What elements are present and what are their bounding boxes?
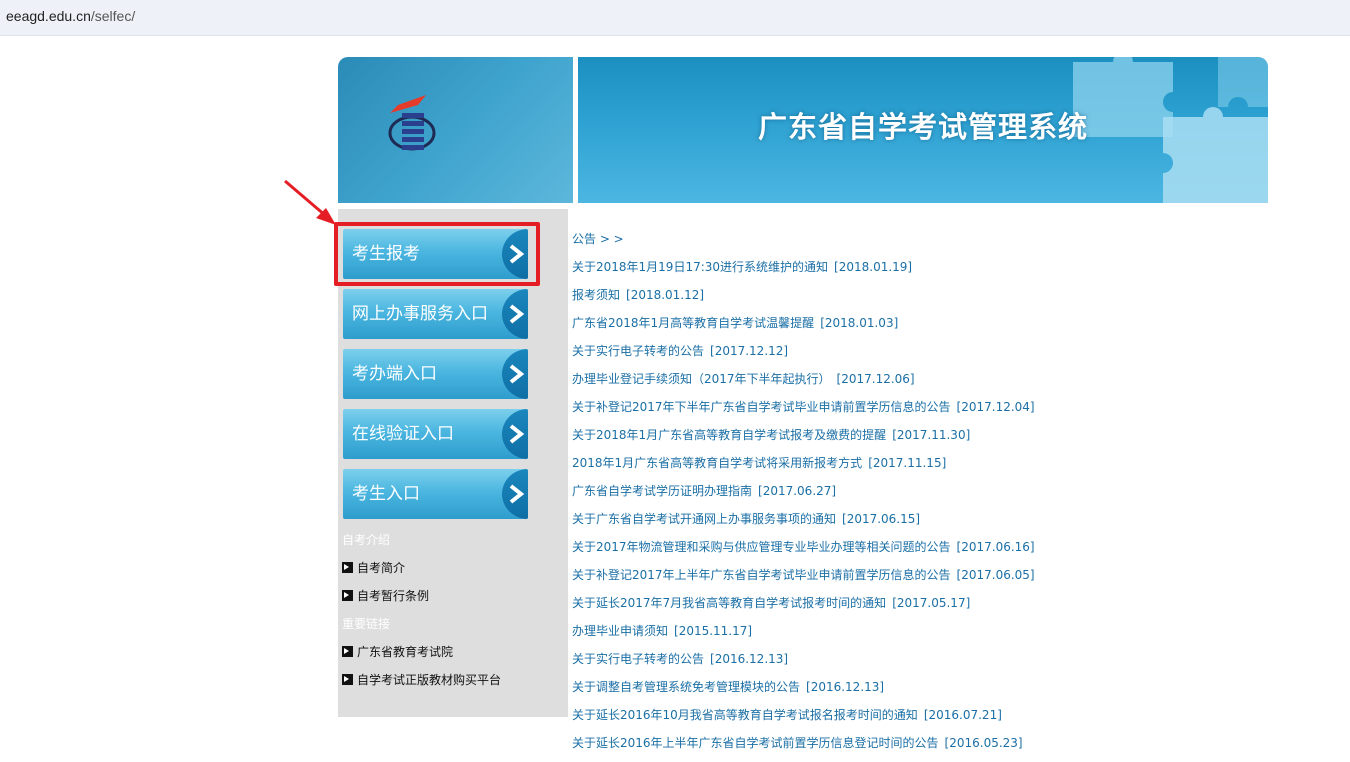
announcement-date: [2017.11.30]: [892, 428, 971, 442]
announcement-title: 关于延长2016年上半年广东省自学考试前置学历信息登记时间的公告: [572, 736, 939, 750]
url-text[interactable]: eeagd.edu.cn/selfec/: [6, 8, 135, 24]
announcement-title: 关于2018年1月19日17:30进行系统维护的通知: [572, 260, 829, 274]
menu-button-label: 在线验证入口: [352, 424, 454, 444]
announcement-item[interactable]: 关于延长2017年7月我省高等教育自学考试报考时间的通知 [2017.05.17]: [572, 594, 1035, 622]
announcement-item[interactable]: 办理毕业登记手续须知（2017年下半年起执行） [2017.12.06]: [572, 370, 1035, 398]
announcement-title: 办理毕业登记手续须知（2017年下半年起执行）: [572, 372, 831, 386]
announcement-date: [2016.12.13]: [710, 652, 789, 666]
announcement-item[interactable]: 关于补登记2017年上半年广东省自学考试毕业申请前置学历信息的公告 [2017.0…: [572, 566, 1035, 594]
bullet-icon: [342, 562, 353, 573]
announcement-date: [2017.12.12]: [710, 344, 789, 358]
chevron-right-icon: [502, 289, 528, 339]
section-heading-intro: 自考介绍: [342, 533, 391, 547]
banner-title-panel: 广东省自学考试管理系统: [578, 57, 1268, 203]
menu-button-label: 考办端入口: [352, 364, 437, 384]
announcement-date: [2017.06.15]: [842, 512, 921, 526]
browser-address-bar[interactable]: eeagd.edu.cn/selfec/: [0, 0, 1350, 36]
announcement-date: [2017.11.15]: [868, 456, 947, 470]
chevron-right-icon: [502, 469, 528, 519]
sidebar-link-textbook-platform[interactable]: 自学考试正版教材购买平台: [342, 671, 501, 688]
menu-student-entry-button[interactable]: 考生入口: [343, 469, 528, 519]
announcement-title: 关于2017年物流管理和采购与供应管理专业毕业办理等相关问题的公告: [572, 540, 951, 554]
sidebar-link-intro[interactable]: 自考简介: [342, 559, 405, 576]
puzzle-decoration-icon: [1073, 57, 1268, 203]
announcement-item[interactable]: 2018年1月广东省高等教育自学考试将采用新报考方式 [2017.11.15]: [572, 454, 1035, 482]
announcement-item[interactable]: 关于广东省自学考试开通网上办事服务事项的通知 [2017.06.15]: [572, 510, 1035, 538]
announcement-date: [2017.12.04]: [956, 400, 1035, 414]
announcement-date: [2018.01.19]: [834, 260, 913, 274]
announcement-title: 2018年1月广东省高等教育自学考试将采用新报考方式: [572, 456, 863, 470]
section-heading-links: 重要链接: [342, 617, 391, 631]
announcement-item[interactable]: 广东省2018年1月高等教育自学考试温馨提醒 [2018.01.03]: [572, 314, 1035, 342]
highlight-box: [334, 222, 540, 286]
announcement-title: 关于补登记2017年下半年广东省自学考试毕业申请前置学历信息的公告: [572, 400, 951, 414]
menu-button-label: 考生入口: [352, 484, 420, 504]
announcement-title: 广东省自学考试学历证明办理指南: [572, 484, 753, 498]
announcement-title: 办理毕业申请须知: [572, 624, 669, 638]
announcement-title: 关于2018年1月广东省高等教育自学考试报考及缴费的提醒: [572, 428, 887, 442]
announcement-item[interactable]: 关于2018年1月广东省高等教育自学考试报考及缴费的提醒 [2017.11.30]: [572, 426, 1035, 454]
announcement-date: [2017.06.05]: [956, 568, 1035, 582]
announcement-title: 关于实行电子转考的公告: [572, 344, 705, 358]
sidebar-link-label: 自学考试正版教材购买平台: [357, 673, 502, 687]
announcement-title: 报考须知: [572, 288, 621, 302]
announcement-item[interactable]: 关于2017年物流管理和采购与供应管理专业毕业办理等相关问题的公告 [2017.0…: [572, 538, 1035, 566]
sidebar-link-regulations[interactable]: 自考暂行条例: [342, 587, 429, 604]
announcement-title: 关于调整自考管理系统免考管理模块的公告: [572, 680, 801, 694]
announcement-date: [2018.01.12]: [626, 288, 705, 302]
announcement-date: [2016.05.23]: [944, 736, 1023, 750]
sidebar-link-label: 广东省教育考试院: [357, 645, 454, 659]
announcement-title: 关于延长2017年7月我省高等教育自学考试报考时间的通知: [572, 596, 887, 610]
chevron-right-icon: [502, 349, 528, 399]
announcement-date: [2017.06.16]: [956, 540, 1035, 554]
announcement-title: 关于补登记2017年上半年广东省自学考试毕业申请前置学历信息的公告: [572, 568, 951, 582]
announcement-item[interactable]: 报考须知 [2018.01.12]: [572, 286, 1035, 314]
chevron-right-icon: [502, 409, 528, 459]
announcement-item[interactable]: 办理毕业申请须知 [2015.11.17]: [572, 622, 1035, 650]
announcement-list: 公告 > > 关于2018年1月19日17:30进行系统维护的通知 [2018.0…: [572, 230, 1035, 762]
announcement-title: 关于实行电子转考的公告: [572, 652, 705, 666]
red-arrow-icon: [284, 179, 336, 225]
announcement-date: [2017.05.17]: [892, 596, 971, 610]
announcement-title: 广东省2018年1月高等教育自学考试温馨提醒: [572, 316, 815, 330]
url-host: eeagd.edu.cn: [6, 8, 91, 24]
announcement-item[interactable]: 关于延长2016年10月我省高等教育自学考试报名报考时间的通知 [2016.07.…: [572, 706, 1035, 734]
banner-logo-panel: [338, 57, 573, 203]
announcement-item[interactable]: 关于调整自考管理系统免考管理模块的公告 [2016.12.13]: [572, 678, 1035, 706]
sidebar-link-label: 自考简介: [357, 561, 406, 575]
announcement-date: [2015.11.17]: [674, 624, 753, 638]
announcement-item[interactable]: 关于补登记2017年下半年广东省自学考试毕业申请前置学历信息的公告 [2017.1…: [572, 398, 1035, 426]
announcement-date: [2016.07.21]: [923, 708, 1002, 722]
announcement-date: [2018.01.03]: [820, 316, 899, 330]
exam-authority-logo: [388, 95, 436, 151]
menu-online-service-button[interactable]: 网上办事服务入口: [343, 289, 528, 339]
menu-button-label: 网上办事服务入口: [352, 304, 488, 324]
announcement-title: 关于广东省自学考试开通网上办事服务事项的通知: [572, 512, 837, 526]
announcement-item[interactable]: 关于实行电子转考的公告 [2016.12.13]: [572, 650, 1035, 678]
url-path: /selfec/: [90, 8, 136, 24]
bullet-icon: [342, 646, 353, 657]
announcement-date: [2017.06.27]: [758, 484, 837, 498]
announcement-date: [2016.12.13]: [806, 680, 885, 694]
menu-online-verify-button[interactable]: 在线验证入口: [343, 409, 528, 459]
bullet-icon: [342, 674, 353, 685]
banner-title: 广东省自学考试管理系统: [758, 110, 1089, 144]
announcement-item[interactable]: 广东省自学考试学历证明办理指南 [2017.06.27]: [572, 482, 1035, 510]
announcement-title: 关于延长2016年10月我省高等教育自学考试报名报考时间的通知: [572, 708, 918, 722]
menu-kaoban-entry-button[interactable]: 考办端入口: [343, 349, 528, 399]
announcement-heading[interactable]: 公告 > >: [572, 230, 1035, 258]
announcement-item[interactable]: 关于2018年1月19日17:30进行系统维护的通知 [2018.01.19]: [572, 258, 1035, 286]
announcement-item[interactable]: 关于实行电子转考的公告 [2017.12.12]: [572, 342, 1035, 370]
sidebar-link-exam-institute[interactable]: 广东省教育考试院: [342, 643, 453, 660]
bullet-icon: [342, 590, 353, 601]
announcement-date: [2017.12.06]: [836, 372, 915, 386]
sidebar-link-label: 自考暂行条例: [357, 589, 430, 603]
announcement-item[interactable]: 关于延长2016年上半年广东省自学考试前置学历信息登记时间的公告 [2016.05…: [572, 734, 1035, 762]
